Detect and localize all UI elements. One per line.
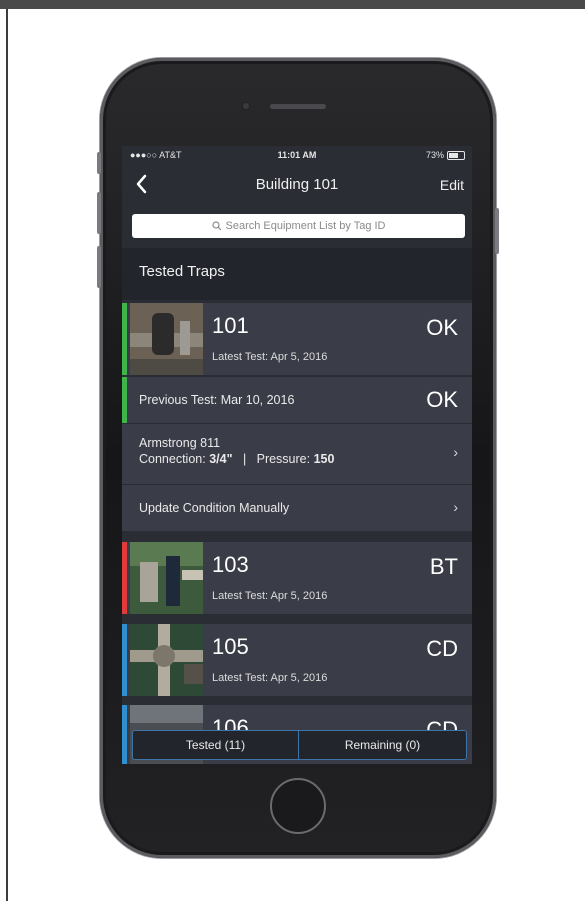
tab-tested[interactable]: Tested (11) xyxy=(133,731,298,759)
earpiece xyxy=(270,104,326,109)
previous-test-label: Previous Test: Mar 10, 2016 xyxy=(139,393,295,407)
home-button[interactable] xyxy=(270,778,326,834)
trap-photo xyxy=(130,542,203,614)
front-camera xyxy=(241,101,251,111)
top-border xyxy=(0,0,585,9)
left-border xyxy=(6,9,8,901)
condition-code: BT xyxy=(429,554,458,579)
trap-item-103[interactable]: 103 Latest Test: Apr 5, 2016 BT xyxy=(122,542,472,614)
connection-value: 3/4" xyxy=(209,452,233,466)
status-bar: ●●●○○ AT&T 11:01 AM 73% xyxy=(122,146,472,164)
equipment-info-row[interactable]: Armstrong 811 Connection: 3/4" | Pressur… xyxy=(122,423,472,484)
trap-photo xyxy=(130,303,203,375)
app-screen: ●●●○○ AT&T 11:01 AM 73% Building 101 Edi… xyxy=(122,146,472,764)
search-input[interactable]: Search Equipment List by Tag ID xyxy=(132,214,465,238)
trap-tag: 101 xyxy=(212,313,249,338)
previous-condition-code: OK xyxy=(426,387,458,412)
update-condition-row[interactable]: Update Condition Manually › xyxy=(122,484,472,531)
search-placeholder: Search Equipment List by Tag ID xyxy=(225,220,386,232)
condition-code: OK xyxy=(426,315,458,340)
status-color-bar xyxy=(122,624,127,696)
update-condition-label: Update Condition Manually xyxy=(139,501,290,515)
condition-code: CD xyxy=(426,636,458,661)
latest-test: Latest Test: Apr 5, 2016 xyxy=(212,590,328,602)
equipment-specs: Connection: 3/4" | Pressure: 150 xyxy=(139,452,334,466)
connection-label: Connection: xyxy=(139,452,206,466)
mute-switch xyxy=(97,152,101,174)
trap-tag: 103 xyxy=(212,552,249,577)
pressure-label: Pressure: xyxy=(256,452,311,466)
volume-up-button xyxy=(97,192,101,234)
chevron-right-icon: › xyxy=(453,499,458,515)
trap-photo xyxy=(130,624,203,696)
spec-separator: | xyxy=(242,452,247,466)
status-color-bar xyxy=(122,542,127,614)
volume-down-button xyxy=(97,246,101,288)
latest-test: Latest Test: Apr 5, 2016 xyxy=(212,351,328,363)
battery-icon xyxy=(447,151,465,160)
trap-item-101[interactable]: 101 Latest Test: Apr 5, 2016 OK xyxy=(122,303,472,375)
navigation-bar: Building 101 Edit xyxy=(122,168,472,202)
previous-test-row: Previous Test: Mar 10, 2016 OK xyxy=(122,376,472,423)
clock: 11:01 AM xyxy=(277,150,317,160)
search-icon xyxy=(211,221,221,231)
trap-tag: 105 xyxy=(212,634,249,659)
battery-percent: 73% xyxy=(425,150,444,160)
status-color-bar xyxy=(122,377,127,423)
trap-item-105[interactable]: 105 Latest Test: Apr 5, 2016 CD xyxy=(122,624,472,696)
power-button xyxy=(495,208,499,254)
section-header: Tested Traps xyxy=(122,248,472,300)
status-color-bar xyxy=(122,705,127,764)
pressure-value: 150 xyxy=(313,452,335,466)
equipment-model: Armstrong 811 xyxy=(139,436,221,450)
page-title: Building 101 xyxy=(255,176,339,193)
chevron-right-icon: › xyxy=(453,444,458,460)
status-color-bar xyxy=(122,303,127,375)
tab-remaining[interactable]: Remaining (0) xyxy=(299,731,466,759)
edit-button[interactable]: Edit xyxy=(440,177,464,193)
section-title: Tested Traps xyxy=(139,263,225,280)
latest-test: Latest Test: Apr 5, 2016 xyxy=(212,672,328,684)
segmented-tabs: Tested (11) Remaining (0) xyxy=(132,730,467,760)
